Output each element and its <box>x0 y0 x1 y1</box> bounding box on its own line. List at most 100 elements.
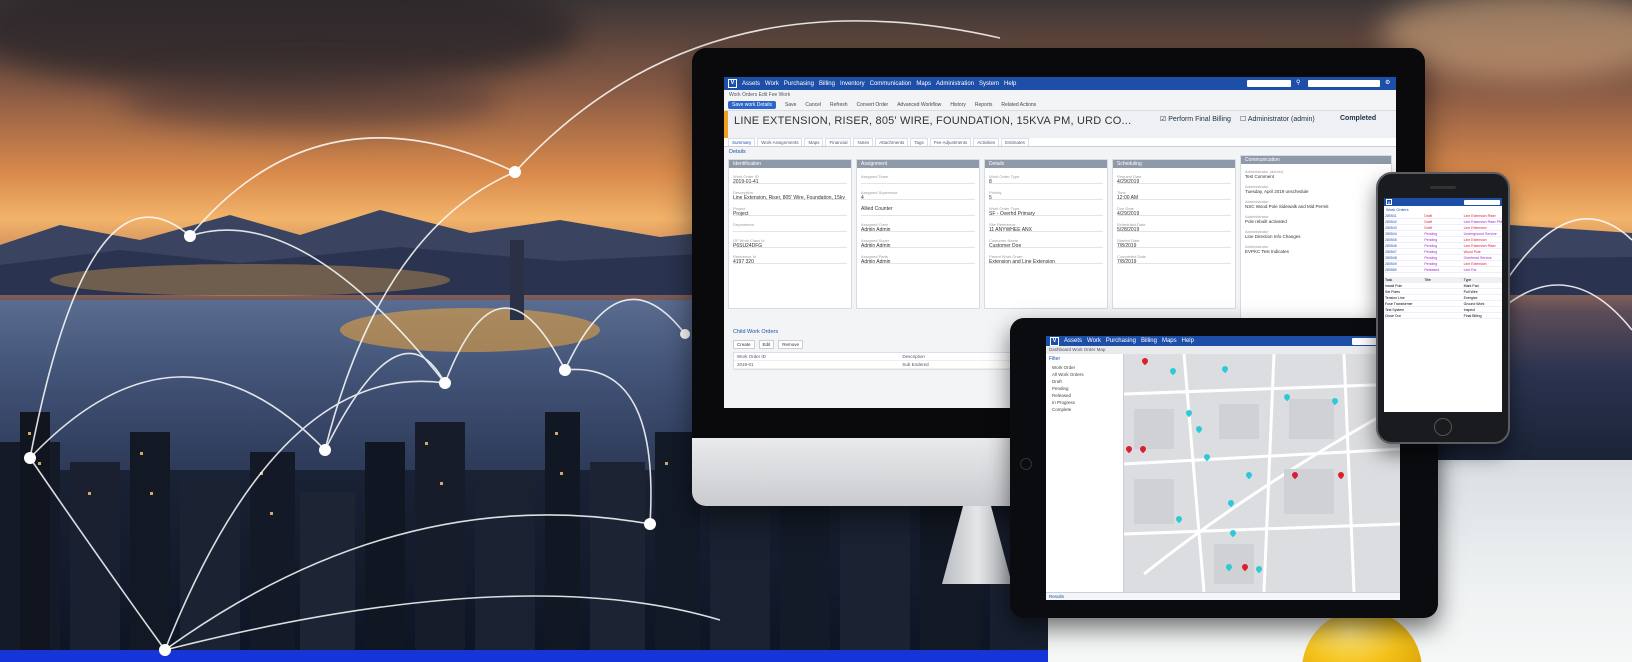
form-field[interactable]: Work Order ID 2019-01-41 <box>733 174 847 185</box>
map-pin-teal[interactable] <box>1228 500 1234 509</box>
remove-button[interactable]: Remove <box>778 340 804 349</box>
filter-item[interactable]: In Progress <box>1046 399 1123 406</box>
filter-item[interactable]: Pending <box>1046 385 1123 392</box>
filter-item[interactable]: Draft <box>1046 378 1123 385</box>
map-pin-teal[interactable] <box>1204 454 1210 463</box>
form-field[interactable]: Priority 5 <box>989 190 1103 201</box>
form-field[interactable]: GF Work Class Id P6SU24DFG <box>733 238 847 249</box>
refresh-button[interactable]: Refresh <box>830 102 848 108</box>
map-pin-red[interactable] <box>1142 358 1148 367</box>
map-pin-teal[interactable] <box>1230 530 1236 539</box>
reports-button[interactable]: Reports <box>975 102 993 108</box>
form-field[interactable]: Project Project <box>733 206 847 217</box>
form-field[interactable]: Customer Name Customer Doe <box>989 238 1103 249</box>
map-pin-teal[interactable] <box>1246 472 1252 481</box>
form-field[interactable]: Assigned Supervisor 4 <box>861 190 975 201</box>
form-field[interactable]: Request Date 4/29/2019 <box>1117 174 1231 185</box>
history-button[interactable]: History <box>950 102 966 108</box>
nav-purchasing[interactable]: Purchasing <box>784 81 814 87</box>
form-field[interactable]: Department <box>733 222 847 232</box>
form-field[interactable]: Started Date 7/8/2019 <box>1117 238 1231 249</box>
nav-system[interactable]: System <box>979 81 999 87</box>
map-pin-red[interactable] <box>1338 472 1344 481</box>
map-pin-red[interactable] <box>1292 472 1298 481</box>
tab-fee-adjustments[interactable]: Fee Adjustments <box>929 138 972 146</box>
map-pin-teal[interactable] <box>1226 564 1232 573</box>
form-field[interactable]: Time 12:00 AM <box>1117 190 1231 201</box>
app-logo-icon[interactable]: V <box>728 79 737 88</box>
nav-maps[interactable]: Maps <box>916 81 931 87</box>
tab-financial[interactable]: Financial <box>825 138 852 146</box>
nav-inventory[interactable]: Inventory <box>840 81 865 87</box>
map-pin-teal[interactable] <box>1186 410 1192 419</box>
form-field[interactable]: Allied Counter <box>861 206 975 216</box>
form-field[interactable]: Work Order Type 8 <box>989 174 1103 185</box>
map-pin-red[interactable] <box>1140 446 1146 455</box>
global-search-input[interactable] <box>1464 199 1500 205</box>
list-item[interactable]: Close Out Final Billing <box>1384 313 1502 319</box>
map-pin-teal[interactable] <box>1284 394 1290 403</box>
edit-button[interactable]: Edit <box>758 340 775 349</box>
nav-administration[interactable]: Administration <box>936 81 974 87</box>
tab-tags[interactable]: Tags <box>910 138 928 146</box>
work-order-map[interactable] <box>1123 353 1400 593</box>
app-logo-icon[interactable]: V <box>1050 336 1059 346</box>
app-logo-icon[interactable]: V <box>1386 199 1392 205</box>
filter-item[interactable]: Work Order <box>1046 364 1123 371</box>
filter-item[interactable]: Complete <box>1046 406 1123 413</box>
save-work-details-button[interactable]: Save work Details <box>728 101 777 109</box>
form-field[interactable]: Assigned Team <box>861 174 975 184</box>
convert-order-button[interactable]: Convert Order <box>857 102 889 108</box>
form-field[interactable]: Assigned Crew Admin Admin <box>861 222 975 233</box>
user-menu[interactable] <box>1308 80 1380 87</box>
results-footer[interactable]: Results <box>1046 592 1400 600</box>
advanced-workflow-button[interactable]: Advanced Workflow <box>897 102 941 108</box>
assigned-user[interactable]: ☐ Administrator (admin) <box>1240 115 1315 123</box>
form-field[interactable]: Reference Id 4197 320 <box>733 254 847 265</box>
form-field[interactable]: Assigned Parts Admin Admin <box>861 254 975 265</box>
breadcrumb[interactable]: Dashboard Work Order Map <box>1046 346 1400 354</box>
form-field[interactable]: Work Order Type SF - Overhd Primary <box>989 206 1103 217</box>
list-item[interactable]: 280550 Released Line Ext <box>1384 267 1502 273</box>
tab-maps[interactable]: Maps <box>804 138 824 146</box>
form-field[interactable]: Site Reference 11 ANYWHEE ANX <box>989 222 1103 233</box>
tab-notes[interactable]: Notes <box>853 138 874 146</box>
nav-communication[interactable]: Communication <box>870 81 912 87</box>
tab-work-assignments[interactable]: Work Assignments <box>757 138 803 146</box>
map-pin-teal[interactable] <box>1176 516 1182 525</box>
form-field[interactable]: Description Line Extension, Riser, 805' W… <box>733 190 847 201</box>
tab-summary[interactable]: Summary <box>728 138 756 146</box>
breadcrumb[interactable]: Work Orders Edit Fee Work <box>724 90 1396 100</box>
map-pin-teal[interactable] <box>1222 366 1228 375</box>
filter-item[interactable]: Released <box>1046 392 1123 399</box>
tab-activities[interactable]: Activities <box>973 138 1000 146</box>
map-pin-teal[interactable] <box>1196 426 1202 435</box>
tab-attachments[interactable]: Attachments <box>875 138 909 146</box>
filter-item[interactable]: All Work Orders <box>1046 371 1123 378</box>
global-search-input[interactable] <box>1247 80 1291 87</box>
map-pin-teal[interactable] <box>1332 398 1338 407</box>
final-billing-checkbox[interactable]: ☑ Perform Final Billing <box>1160 115 1231 123</box>
filter-title[interactable]: Filter <box>1046 354 1123 364</box>
form-field[interactable]: Scheduled Date 5/28/2019 <box>1117 222 1231 233</box>
nav-work[interactable]: Work <box>765 81 779 87</box>
search-icon[interactable]: ⚲ <box>1296 80 1303 87</box>
nav-assets[interactable]: Assets <box>742 81 760 87</box>
cancel-button[interactable]: Cancel <box>805 102 821 108</box>
form-field[interactable]: Due Date 4/29/2019 <box>1117 206 1231 217</box>
assignment-panel: Assignment Assigned Team Assigned Superv… <box>856 159 980 309</box>
settings-icon[interactable]: ⚙ <box>1385 80 1392 87</box>
map-pin-red[interactable] <box>1242 564 1248 573</box>
form-field[interactable]: Parent Work Order Extension and Line Exte… <box>989 254 1103 265</box>
map-pin-teal[interactable] <box>1170 368 1176 377</box>
nav-billing[interactable]: Billing <box>819 81 835 87</box>
map-pin-teal[interactable] <box>1256 566 1262 575</box>
map-pin-red[interactable] <box>1126 446 1132 455</box>
nav-help[interactable]: Help <box>1004 81 1016 87</box>
create-button[interactable]: Create <box>733 340 755 349</box>
form-field[interactable]: Completed Date 7/8/2019 <box>1117 254 1231 265</box>
form-field[interactable]: Assigned Super Admin Admin <box>861 238 975 249</box>
tab-estimates[interactable]: Estimates <box>1001 138 1029 146</box>
save-button[interactable]: Save <box>785 102 796 108</box>
related-actions-button[interactable]: Related Actions <box>1001 102 1036 108</box>
